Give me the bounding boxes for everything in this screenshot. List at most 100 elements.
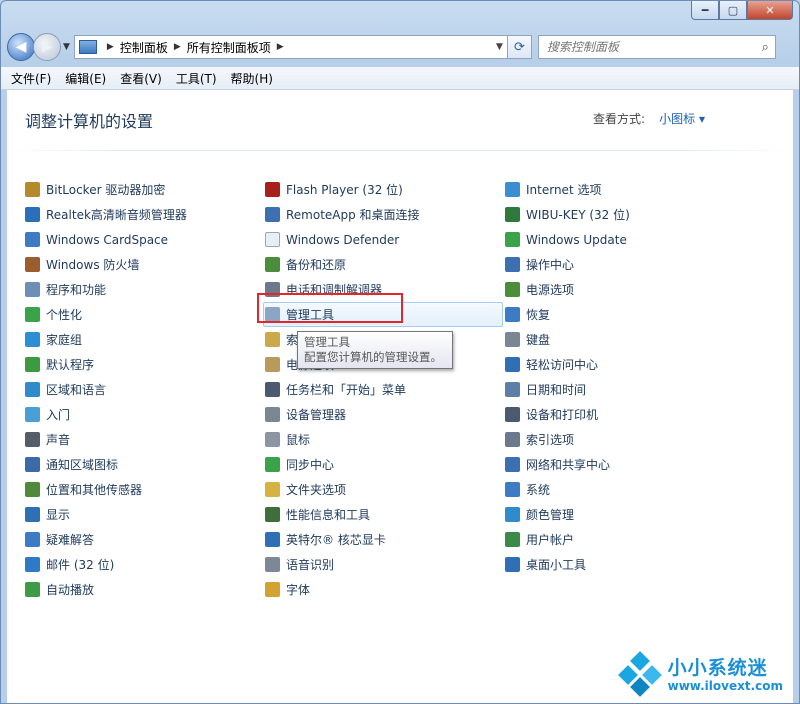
menu-help[interactable]: 帮助(H) bbox=[231, 70, 273, 87]
internet-options-icon bbox=[505, 182, 520, 197]
breadcrumb-separator-icon[interactable]: ▶ bbox=[107, 42, 114, 52]
intel-graphics-icon bbox=[265, 532, 280, 547]
back-button[interactable]: ◀ bbox=[7, 33, 35, 61]
control-panel-item[interactable]: 性能信息和工具 bbox=[265, 502, 503, 527]
address-bar[interactable]: ▶ 控制面板 ▶ 所有控制面板项 ▶ ▼ bbox=[73, 35, 508, 59]
breadcrumb-separator-icon[interactable]: ▶ bbox=[277, 42, 284, 52]
control-panel-item-label: Flash Player (32 位) bbox=[286, 183, 403, 197]
recent-pages-dropdown[interactable]: ▼ bbox=[63, 42, 70, 52]
control-panel-item[interactable]: 电源选项 bbox=[505, 277, 630, 302]
search-icon[interactable]: ⌕ bbox=[762, 40, 769, 55]
control-panel-item[interactable]: 同步中心 bbox=[265, 452, 503, 477]
control-panel-item[interactable]: 恢复 bbox=[505, 302, 630, 327]
tooltip-title: 管理工具 bbox=[304, 335, 350, 349]
search-box[interactable]: ⌕ bbox=[537, 35, 776, 59]
control-panel-item[interactable]: 备份和还原 bbox=[265, 252, 503, 277]
control-panel-item[interactable]: 设备和打印机 bbox=[505, 402, 630, 427]
mouse-icon bbox=[265, 432, 280, 447]
control-panel-item-label: 显示 bbox=[46, 508, 71, 522]
control-panel-item-label: 电源选项 bbox=[526, 283, 575, 297]
control-panel-item[interactable]: Flash Player (32 位) bbox=[265, 177, 503, 202]
tooltip-description: 配置您计算机的管理设置。 bbox=[304, 350, 442, 364]
menu-file[interactable]: 文件(F) bbox=[11, 70, 51, 87]
control-panel-item[interactable]: 字体 bbox=[265, 577, 503, 602]
breadcrumb-separator-icon[interactable]: ▶ bbox=[174, 42, 181, 52]
control-panel-item[interactable]: 入门 bbox=[25, 402, 187, 427]
device-manager-icon bbox=[265, 407, 280, 422]
control-panel-item[interactable]: 默认程序 bbox=[25, 352, 187, 377]
address-dropdown-icon[interactable]: ▼ bbox=[496, 42, 503, 52]
control-panel-item-label: 程序和功能 bbox=[46, 283, 107, 297]
control-panel-item[interactable]: 通知区域图标 bbox=[25, 452, 187, 477]
wibu-key-icon bbox=[505, 207, 520, 222]
mail-icon bbox=[25, 557, 40, 572]
control-panel-item[interactable]: RemoteApp 和桌面连接 bbox=[265, 202, 503, 227]
control-panel-item[interactable]: BitLocker 驱动器加密 bbox=[25, 177, 187, 202]
control-panel-item-label: 家庭组 bbox=[46, 333, 83, 347]
control-panel-item[interactable]: 鼠标 bbox=[265, 427, 503, 452]
datetime-icon bbox=[505, 382, 520, 397]
control-panel-item[interactable]: 颜色管理 bbox=[505, 502, 630, 527]
search-input[interactable] bbox=[544, 39, 762, 55]
control-panel-item[interactable]: 设备管理器 bbox=[265, 402, 503, 427]
user-accounts-icon bbox=[505, 532, 520, 547]
control-panel-item[interactable]: Windows 防火墙 bbox=[25, 252, 187, 277]
control-panel-item[interactable]: 索引选项 bbox=[505, 427, 630, 452]
control-panel-item[interactable]: Realtek高清晰音频管理器 bbox=[25, 202, 187, 227]
control-panel-item[interactable]: 系统 bbox=[505, 477, 630, 502]
maximize-button[interactable]: ▢ bbox=[719, 1, 747, 20]
forward-button[interactable]: ▶ bbox=[33, 33, 61, 61]
control-panel-item-label: Windows Update bbox=[526, 232, 627, 247]
control-panel-item[interactable]: 语音识别 bbox=[265, 552, 503, 577]
ease-of-access-icon bbox=[505, 357, 520, 372]
sound-icon bbox=[25, 432, 40, 447]
control-panel-item-label: 索引选项 bbox=[526, 433, 575, 447]
control-panel-item[interactable]: 邮件 (32 位) bbox=[25, 552, 187, 577]
control-panel-item[interactable]: 区域和语言 bbox=[25, 377, 187, 402]
control-panel-item[interactable]: 位置和其他传感器 bbox=[25, 477, 187, 502]
control-panel-item-label: Realtek高清晰音频管理器 bbox=[46, 208, 187, 222]
menu-edit[interactable]: 编辑(E) bbox=[65, 70, 106, 87]
menu-bar: 文件(F) 编辑(E) 查看(V) 工具(T) 帮助(H) bbox=[1, 67, 799, 90]
control-panel-item[interactable]: 个性化 bbox=[25, 302, 187, 327]
close-button[interactable]: ✕ bbox=[747, 1, 793, 20]
control-panel-item[interactable]: 轻松访问中心 bbox=[505, 352, 630, 377]
minimize-button[interactable]: ━ bbox=[691, 1, 719, 20]
control-panel-item[interactable]: WIBU-KEY (32 位) bbox=[505, 202, 630, 227]
control-panel-item[interactable]: 操作中心 bbox=[505, 252, 630, 277]
control-panel-item[interactable]: 声音 bbox=[25, 427, 187, 452]
control-panel-item[interactable]: Windows Update bbox=[505, 227, 630, 252]
remoteapp-icon bbox=[265, 207, 280, 222]
menu-view[interactable]: 查看(V) bbox=[120, 70, 162, 87]
control-panel-item[interactable]: Internet 选项 bbox=[505, 177, 630, 202]
breadcrumb-all-items[interactable]: 所有控制面板项 bbox=[187, 39, 271, 56]
folder-options-icon bbox=[265, 482, 280, 497]
control-panel-item[interactable]: Windows CardSpace bbox=[25, 227, 187, 252]
control-panel-item[interactable]: 用户帐户 bbox=[505, 527, 630, 552]
watermark-diamond-icon bbox=[617, 651, 662, 697]
control-panel-item[interactable]: 疑难解答 bbox=[25, 527, 187, 552]
control-panel-item[interactable]: 显示 bbox=[25, 502, 187, 527]
control-panel-item[interactable]: 文件夹选项 bbox=[265, 477, 503, 502]
refresh-button[interactable]: ⟳ bbox=[507, 35, 532, 59]
control-panel-item[interactable]: 日期和时间 bbox=[505, 377, 630, 402]
breadcrumb-control-panel[interactable]: 控制面板 bbox=[120, 39, 168, 56]
view-by-dropdown[interactable]: 小图标 ▾ bbox=[659, 110, 705, 127]
control-panel-item[interactable]: Windows Defender bbox=[265, 227, 503, 252]
control-panel-item[interactable]: 任务栏和「开始」菜单 bbox=[265, 377, 503, 402]
control-panel-item[interactable]: 英特尔® 核芯显卡 bbox=[265, 527, 503, 552]
control-panel-item-label: 桌面小工具 bbox=[526, 558, 587, 572]
programs-icon bbox=[25, 282, 40, 297]
control-panel-item[interactable]: 桌面小工具 bbox=[505, 552, 630, 577]
menu-tools[interactable]: 工具(T) bbox=[176, 70, 217, 87]
control-panel-item[interactable]: 键盘 bbox=[505, 327, 630, 352]
control-panel-item-label: 设备和打印机 bbox=[526, 408, 599, 422]
control-panel-item[interactable]: 程序和功能 bbox=[25, 277, 187, 302]
control-panel-item-label: 键盘 bbox=[526, 333, 551, 347]
view-by-label: 查看方式: bbox=[592, 112, 645, 126]
items-column-1: BitLocker 驱动器加密 Realtek高清晰音频管理器 Windows Ca… bbox=[25, 177, 187, 602]
realtek-audio-icon bbox=[25, 207, 40, 222]
control-panel-item[interactable]: 自动播放 bbox=[25, 577, 187, 602]
control-panel-item[interactable]: 网络和共享中心 bbox=[505, 452, 630, 477]
control-panel-item[interactable]: 家庭组 bbox=[25, 327, 187, 352]
